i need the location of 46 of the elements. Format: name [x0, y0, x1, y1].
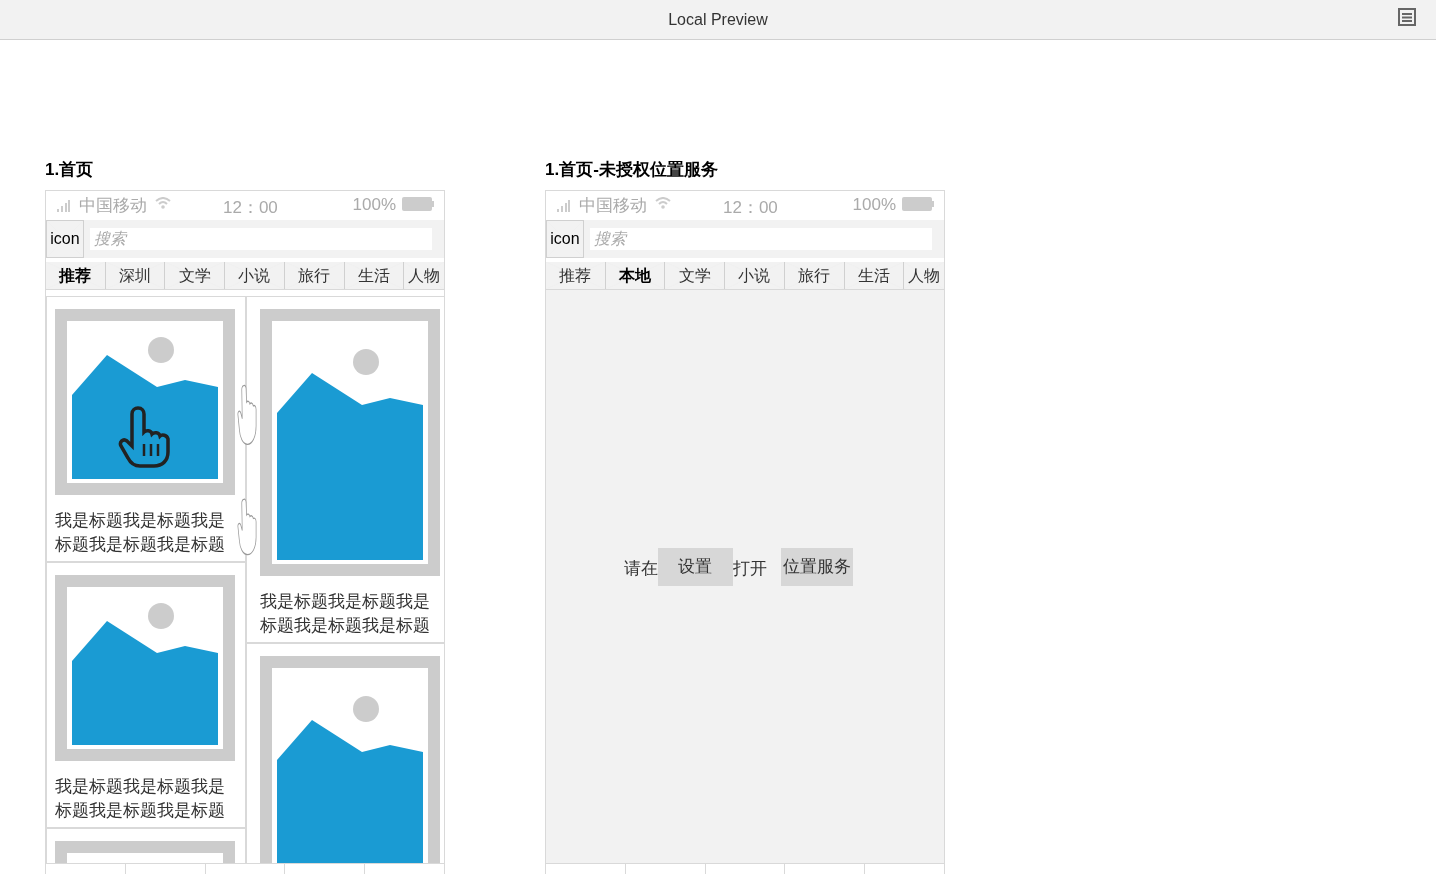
signal-icon: [56, 199, 70, 212]
wifi-icon: [155, 196, 171, 209]
tab[interactable]: 推荐: [546, 262, 606, 289]
window-title: Local Preview: [668, 9, 768, 30]
screen-heading: 1.首页-未授权位置服务: [545, 160, 719, 181]
message-text: 请在: [623, 557, 658, 580]
location-service-button[interactable]: 位置服务: [780, 547, 853, 586]
search-field[interactable]: 搜索: [90, 228, 432, 250]
tab[interactable]: 人物: [404, 262, 444, 289]
feed-card[interactable]: 我是标题我是标题我是标题我是标题我是标题: [46, 562, 246, 828]
card-title: 我是标题我是标题我是标题我是标题我是标题: [55, 776, 226, 822]
battery-icon: [402, 196, 434, 211]
status-time: 12：00: [723, 196, 778, 219]
tab[interactable]: 人物: [904, 262, 944, 289]
card-title: 我是标题我是标题我是标题我是标题我是标题: [260, 591, 431, 637]
tab[interactable]: 旅行: [784, 262, 845, 289]
screen-heading: 1.首页: [45, 160, 95, 181]
status-time: 12：00: [223, 196, 278, 219]
icon-button[interactable]: icon: [546, 220, 584, 258]
feed-card[interactable]: 我是标题我是标题我是标题我是标题我是标题: [46, 296, 246, 562]
settings-button[interactable]: 设置: [657, 547, 733, 586]
menu-icon[interactable]: [1398, 8, 1416, 26]
tab[interactable]: 生活: [344, 262, 405, 289]
carrier-name: 中国移动: [579, 194, 647, 217]
signal-icon: [556, 199, 570, 212]
tab[interactable]: 小说: [725, 262, 785, 289]
icon-button[interactable]: icon: [46, 220, 84, 258]
tab[interactable]: 文学: [165, 262, 226, 289]
tab[interactable]: 推荐: [46, 262, 106, 289]
hand-gesture-icon: [237, 496, 258, 558]
carrier-name: 中国移动: [79, 194, 147, 217]
tab[interactable]: 小说: [225, 262, 285, 289]
search-field[interactable]: 搜索: [590, 228, 932, 250]
tab[interactable]: 深圳: [105, 262, 166, 289]
battery-icon: [902, 196, 934, 211]
card-title: 我是标题我是标题我是标题我是标题我是标题: [55, 510, 226, 556]
message-text: 打开: [732, 557, 767, 580]
hand-gesture-icon: [237, 382, 258, 448]
feed-card[interactable]: 我是标题我是标题我是标题我是标题我是标题: [246, 296, 444, 643]
tab[interactable]: 文学: [665, 262, 726, 289]
tab[interactable]: 生活: [844, 262, 905, 289]
tab[interactable]: 本地: [605, 262, 666, 289]
battery-level: 100%: [352, 193, 396, 216]
battery-level: 100%: [852, 193, 896, 216]
wifi-icon: [655, 196, 671, 209]
tab[interactable]: 旅行: [284, 262, 345, 289]
